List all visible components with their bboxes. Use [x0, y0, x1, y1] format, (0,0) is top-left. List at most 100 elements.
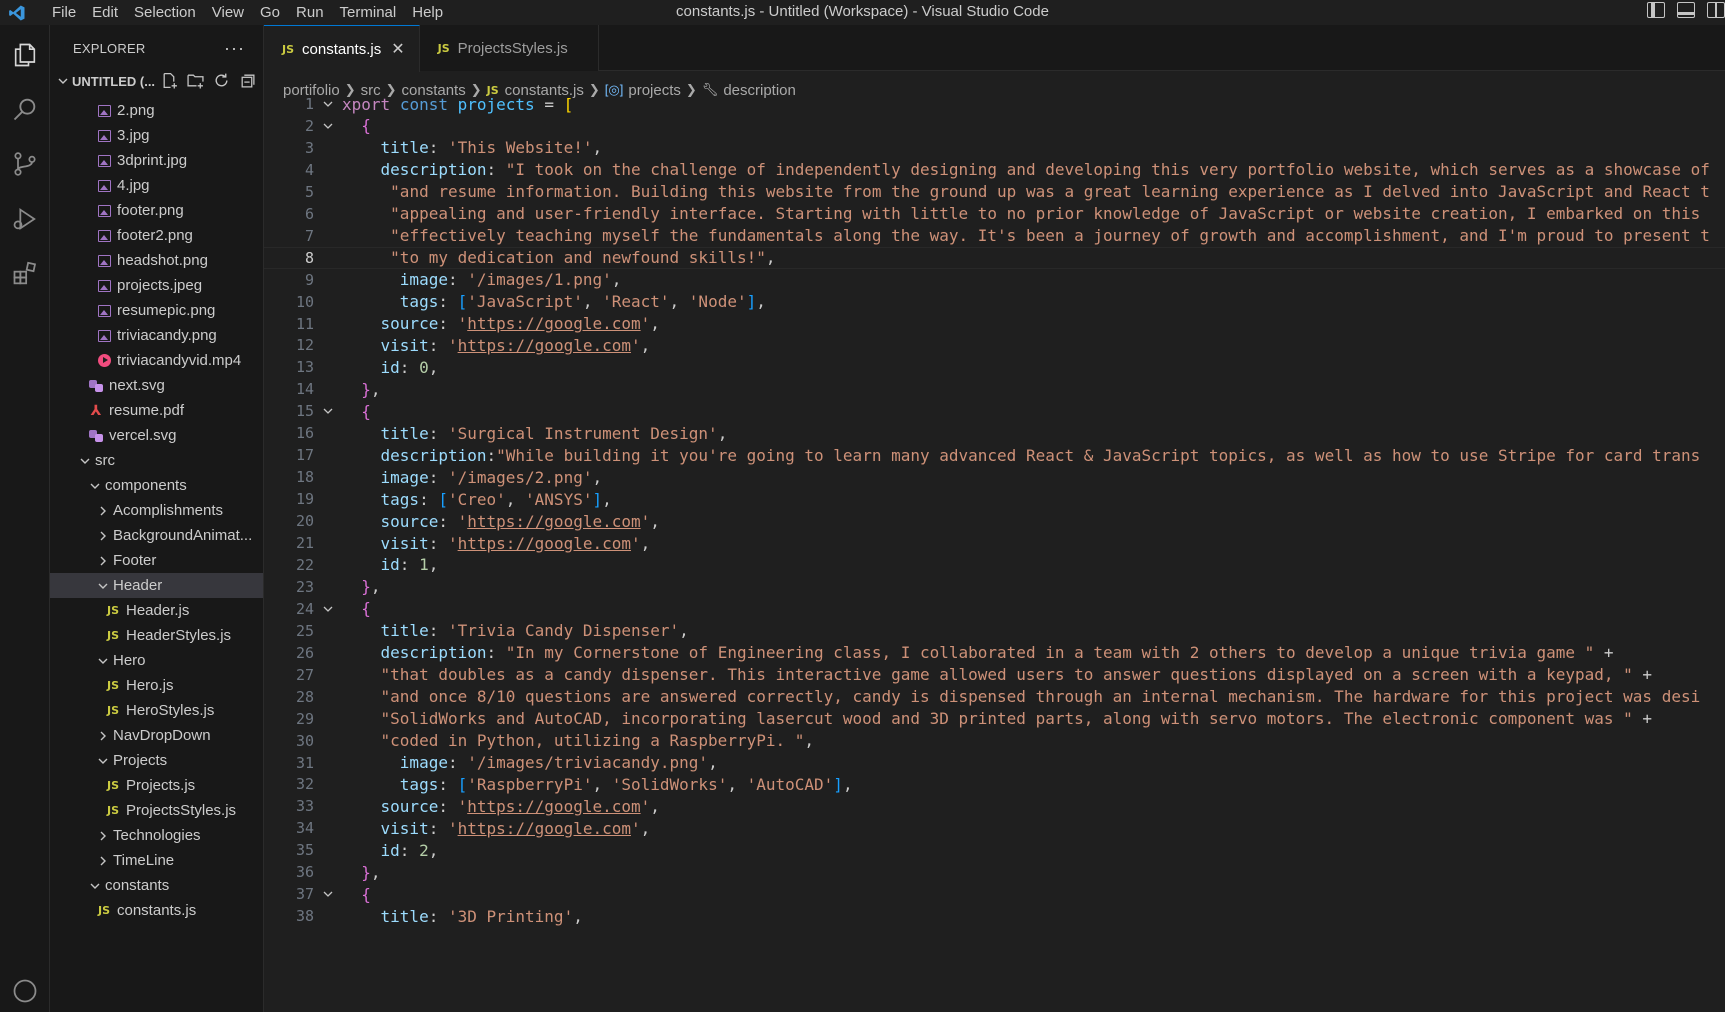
source-control-icon[interactable] — [9, 148, 41, 180]
tree-file[interactable]: 3.jpg — [50, 123, 263, 148]
code-line[interactable]: 6 "appealing and user-friendly interface… — [264, 203, 1725, 225]
menu-file[interactable]: File — [44, 4, 84, 21]
toggle-secondary-sidebar-icon[interactable] — [1707, 2, 1725, 18]
tree-file[interactable]: JS Projects.js — [50, 773, 263, 798]
tree-file[interactable]: vercel.svg — [50, 423, 263, 448]
menu-help[interactable]: Help — [404, 4, 451, 21]
new-file-icon[interactable] — [160, 71, 178, 89]
tree-file[interactable]: 4.jpg — [50, 173, 263, 198]
code-line[interactable]: 21 visit: 'https://google.com', — [264, 532, 1725, 554]
tree-folder[interactable]: Projects — [50, 748, 263, 773]
tree-folder[interactable]: Header — [50, 573, 263, 598]
tree-file[interactable]: footer2.png — [50, 223, 263, 248]
tree-folder[interactable]: BackgroundAnimat... — [50, 523, 263, 548]
menu-view[interactable]: View — [204, 4, 252, 21]
code-line[interactable]: 1 xport const projects = [ — [264, 93, 1725, 115]
tree-file[interactable]: JS HeroStyles.js — [50, 698, 263, 723]
code-line[interactable]: 29 "SolidWorks and AutoCAD, incorporatin… — [264, 708, 1725, 730]
code-line[interactable]: 16 title: 'Surgical Instrument Design', — [264, 422, 1725, 444]
refresh-icon[interactable] — [212, 71, 230, 89]
tree-file[interactable]: 2.png — [50, 98, 263, 123]
code-line[interactable]: 12 visit: 'https://google.com', — [264, 334, 1725, 356]
code-line[interactable]: 24 { — [264, 598, 1725, 620]
code-line[interactable]: 32 tags: ['RaspberryPi', 'SolidWorks', '… — [264, 773, 1725, 795]
menu-selection[interactable]: Selection — [126, 4, 204, 21]
tree-file[interactable]: JS HeaderStyles.js — [50, 623, 263, 648]
code-line[interactable]: 5 "and resume information. Building this… — [264, 181, 1725, 203]
tree-folder[interactable]: components — [50, 473, 263, 498]
code-line[interactable]: 2 { — [264, 115, 1725, 137]
code-line[interactable]: 18 image: '/images/2.png', — [264, 466, 1725, 488]
tree-folder[interactable]: Footer — [50, 548, 263, 573]
tree-file[interactable]: JS Hero.js — [50, 673, 263, 698]
code-line[interactable]: 35 id: 2, — [264, 839, 1725, 861]
tree-folder[interactable]: src — [50, 448, 263, 473]
code-line[interactable]: 37 { — [264, 883, 1725, 905]
run-debug-icon[interactable] — [9, 203, 41, 235]
code-line[interactable]: 22 id: 1, — [264, 554, 1725, 576]
code-line[interactable]: 27 "that doubles as a candy dispenser. T… — [264, 664, 1725, 686]
code-line[interactable]: 9 image: '/images/1.png', — [264, 269, 1725, 291]
tree-folder[interactable]: Technologies — [50, 823, 263, 848]
code-line[interactable]: 14 }, — [264, 378, 1725, 400]
tree-file[interactable]: JS constants.js — [50, 898, 263, 923]
tree-file[interactable]: JS Header.js — [50, 598, 263, 623]
code-line[interactable]: 10 tags: ['JavaScript', 'React', 'Node']… — [264, 291, 1725, 313]
tree-folder[interactable]: Hero — [50, 648, 263, 673]
code-line[interactable]: 17 description:"While building it you're… — [264, 444, 1725, 466]
tree-file[interactable]: resumepic.png — [50, 298, 263, 323]
collapse-all-icon[interactable] — [238, 71, 256, 89]
tree-file[interactable]: ⅄ resume.pdf — [50, 398, 263, 423]
code-line[interactable]: 25 title: 'Trivia Candy Dispenser', — [264, 620, 1725, 642]
code-line[interactable]: 15 { — [264, 400, 1725, 422]
workspace-root[interactable]: UNTITLED (... — [50, 69, 263, 93]
code-editor[interactable]: 1 xport const projects = [2 {3 title: 'Th… — [264, 93, 1725, 1012]
code-line[interactable]: 13 id: 0, — [264, 356, 1725, 378]
toggle-panel-icon[interactable] — [1677, 2, 1695, 18]
tree-file[interactable]: 3dprint.jpg — [50, 148, 263, 173]
code-line[interactable]: 33 source: 'https://google.com', — [264, 795, 1725, 817]
code-line[interactable]: 23 }, — [264, 576, 1725, 598]
new-folder-icon[interactable] — [186, 71, 204, 89]
menu-go[interactable]: Go — [252, 4, 288, 21]
code-line[interactable]: 28 "and once 8/10 questions are answered… — [264, 686, 1725, 708]
tree-file[interactable]: projects.jpeg — [50, 273, 263, 298]
code-line[interactable]: 3 title: 'This Website!', — [264, 137, 1725, 159]
tree-file[interactable]: footer.png — [50, 198, 263, 223]
close-icon[interactable]: ✕ — [391, 39, 404, 59]
code-line[interactable]: 30 "coded in Python, utilizing a Raspber… — [264, 730, 1725, 752]
fold-chevron-icon[interactable] — [314, 405, 342, 417]
tab-constants-js[interactable]: JS constants.js ✕ — [264, 25, 420, 72]
vscode-logo-icon[interactable] — [4, 0, 30, 25]
code-line[interactable]: 7 "effectively teaching myself the funda… — [264, 225, 1725, 247]
fold-chevron-icon[interactable] — [314, 888, 342, 900]
code-line[interactable]: 20 source: 'https://google.com', — [264, 510, 1725, 532]
tree-folder[interactable]: Acomplishments — [50, 498, 263, 523]
account-icon[interactable] — [9, 975, 41, 1007]
search-icon[interactable] — [9, 93, 41, 125]
fold-chevron-icon[interactable] — [314, 603, 342, 615]
tree-folder[interactable]: constants — [50, 873, 263, 898]
menu-edit[interactable]: Edit — [84, 4, 126, 21]
tree-folder[interactable]: NavDropDown — [50, 723, 263, 748]
toggle-primary-sidebar-icon[interactable] — [1647, 2, 1665, 18]
code-line[interactable]: 31 image: '/images/triviacandy.png', — [264, 752, 1725, 774]
tab-projectsstyles-js[interactable]: JS ProjectsStyles.js — [419, 25, 599, 71]
tree-file[interactable]: headshot.png — [50, 248, 263, 273]
code-line[interactable]: 11 source: 'https://google.com', — [264, 313, 1725, 335]
fold-chevron-icon[interactable] — [314, 98, 342, 110]
menu-terminal[interactable]: Terminal — [332, 4, 405, 21]
code-line[interactable]: 26 description: "In my Cornerstone of En… — [264, 642, 1725, 664]
tree-folder[interactable]: TimeLine — [50, 848, 263, 873]
tree-file[interactable]: triviacandy.png — [50, 323, 263, 348]
explorer-icon[interactable] — [9, 39, 41, 71]
tree-file[interactable]: next.svg — [50, 373, 263, 398]
more-actions-icon[interactable]: ··· — [224, 38, 245, 59]
tree-file[interactable]: JS ProjectsStyles.js — [50, 798, 263, 823]
extensions-icon[interactable] — [9, 258, 41, 290]
code-line[interactable]: 4 description: "I took on the challenge … — [264, 159, 1725, 181]
fold-chevron-icon[interactable] — [314, 120, 342, 132]
code-line[interactable]: 19 tags: ['Creo', 'ANSYS'], — [264, 488, 1725, 510]
code-line[interactable]: 8 "to my dedication and newfound skills!… — [264, 246, 1725, 269]
tree-file[interactable]: triviacandyvid.mp4 — [50, 348, 263, 373]
